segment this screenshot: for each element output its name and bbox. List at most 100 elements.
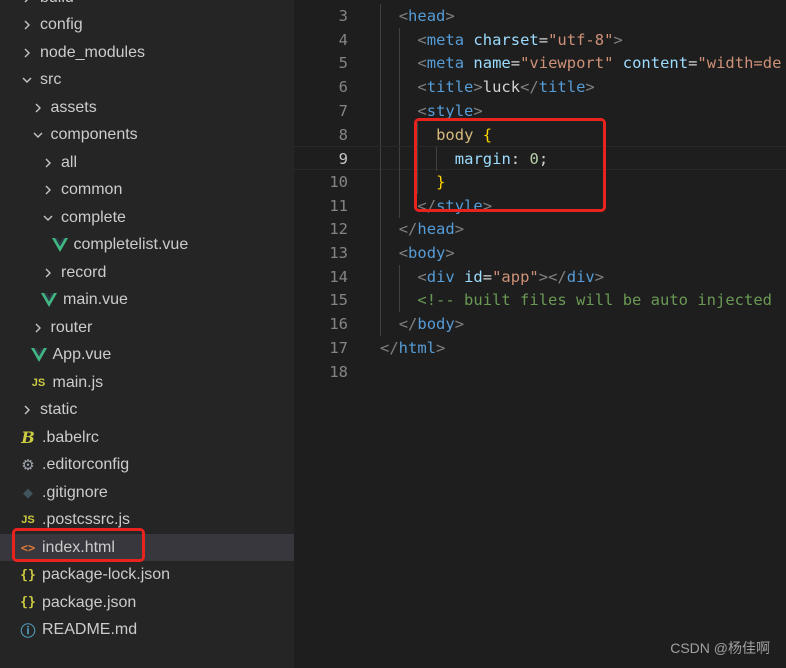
annotation-box-css (414, 118, 606, 212)
tree-folder[interactable]: components (0, 122, 294, 149)
tree-item-label: App.vue (52, 346, 112, 363)
code-token: > (613, 30, 623, 49)
chevron-right-icon[interactable] (41, 266, 55, 280)
tree-item-label: .babelrc (42, 428, 99, 446)
tree-file[interactable]: {} package.json (0, 589, 294, 616)
tree-file[interactable]: B .babelrc (0, 424, 294, 451)
tree-file[interactable]: ⓘ README.md (0, 617, 294, 644)
file-explorer: build config node_modulessrc assets componen… (0, 0, 294, 668)
indent-guide (398, 264, 400, 289)
code-line[interactable]: 3 <head> (294, 4, 786, 28)
code-line[interactable]: 14 <div id="app"></div> (294, 264, 786, 289)
vue-file-icon (51, 237, 68, 253)
code-token: head (417, 220, 455, 239)
line-number: 15 (329, 291, 348, 310)
tree-folder[interactable]: router (0, 314, 294, 341)
code-token: </ (520, 78, 539, 97)
code-token: < (417, 267, 427, 286)
indent-guide (380, 312, 381, 337)
code-token: > (594, 267, 605, 286)
vue-file-icon (41, 292, 57, 308)
code-line[interactable]: 18 (294, 360, 786, 384)
code-token: meta (426, 30, 465, 49)
tree-file[interactable]: ⚙ .editorconfig (0, 452, 294, 479)
code-token: meta (426, 54, 465, 73)
tree-folder[interactable]: node_modules (0, 39, 294, 66)
indent-guide (380, 4, 381, 28)
code-token: > (473, 78, 483, 97)
code-editor[interactable]: 3 <head> 4 <meta charset="utf-8"> 5 <meta nam… (294, 0, 786, 668)
tree-item-label: components (50, 126, 138, 143)
chevron-right-icon[interactable] (31, 101, 45, 115)
code-token: = (538, 30, 549, 49)
chevron-right-icon[interactable] (31, 321, 45, 335)
line-number: 6 (338, 78, 348, 97)
tree-folder[interactable]: static (0, 397, 294, 424)
code-token: > (585, 78, 595, 97)
code-token: html (398, 338, 436, 357)
line-number: 11 (329, 196, 348, 215)
tree-folder[interactable]: config (0, 12, 294, 39)
tree-item-label: completelist.vue (73, 236, 189, 253)
tree-file[interactable]: JS main.js (0, 369, 294, 396)
tree-folder[interactable]: assets (0, 94, 294, 121)
chevron-right-icon[interactable] (20, 46, 34, 60)
code-line[interactable]: 5 <meta name="viewport" content="width=de (294, 51, 786, 76)
code-text: </html> (380, 336, 445, 360)
info-icon: ⓘ (20, 622, 36, 640)
code-line[interactable]: 6 <title>luck</title> (294, 75, 786, 100)
tree-folder[interactable]: record (0, 259, 294, 286)
code-text: </head> (399, 217, 464, 241)
tree-file[interactable]: App.vue (0, 342, 294, 369)
chevron-right-icon[interactable] (20, 0, 34, 5)
code-token: </ (398, 315, 418, 334)
code-line[interactable]: 16 </body> (294, 312, 786, 337)
code-line[interactable]: 12 </head> (294, 217, 786, 242)
tree-file[interactable]: {} package-lock.json (0, 562, 294, 589)
tree-folder[interactable]: complete (0, 204, 294, 231)
chevron-right-icon[interactable] (41, 183, 55, 197)
tree-file[interactable]: ◆ .gitignore (0, 479, 294, 506)
code-token: div (566, 267, 595, 286)
code-token: > (445, 7, 455, 25)
code-token: name (473, 54, 511, 73)
tree-folder[interactable]: build (0, 0, 294, 11)
tree-item-label: README.md (42, 621, 138, 638)
tree-item-label: common (61, 181, 123, 198)
code-token: </ (398, 220, 418, 239)
indent-guide (398, 193, 400, 218)
indent-guide (398, 98, 400, 123)
code-line[interactable]: 17 </html> (294, 336, 786, 360)
chevron-right-icon[interactable] (20, 18, 34, 32)
tree-file[interactable]: completelist.vue (0, 232, 294, 259)
tree-folder[interactable]: common (0, 177, 294, 204)
code-text: <body> (399, 241, 455, 265)
tree-folder[interactable]: src (0, 67, 294, 94)
code-line[interactable]: 4 <meta charset="utf-8"> (294, 27, 786, 52)
code-token: > (436, 338, 446, 357)
tree-file[interactable]: main.vue (0, 287, 294, 314)
line-number: 4 (338, 30, 348, 49)
chevron-right-icon[interactable] (20, 403, 34, 417)
chevron-down-icon[interactable] (20, 73, 34, 87)
chevron-down-icon[interactable] (41, 211, 55, 225)
indent-guide (380, 241, 381, 265)
line-number: 17 (329, 338, 348, 357)
code-token: < (417, 54, 427, 73)
chevron-right-icon[interactable] (41, 156, 55, 170)
vue-file-icon (30, 347, 47, 363)
tree-item-label: config (40, 16, 83, 33)
tree-folder[interactable]: all (0, 149, 294, 176)
code-token: luck (482, 78, 521, 97)
js-file-icon: JS (31, 376, 46, 389)
tree-item-label: main.vue (63, 291, 128, 308)
code-token: </ (380, 338, 399, 357)
indent-guide (398, 51, 400, 76)
indent-guide (398, 169, 400, 194)
code-line[interactable]: 15 <!-- built files will be auto injected (294, 288, 786, 313)
indent-guide (380, 169, 381, 194)
chevron-down-icon[interactable] (31, 128, 45, 142)
code-text: <div id="app"></div> (417, 265, 604, 289)
code-line[interactable]: 13 <body> (294, 241, 786, 265)
